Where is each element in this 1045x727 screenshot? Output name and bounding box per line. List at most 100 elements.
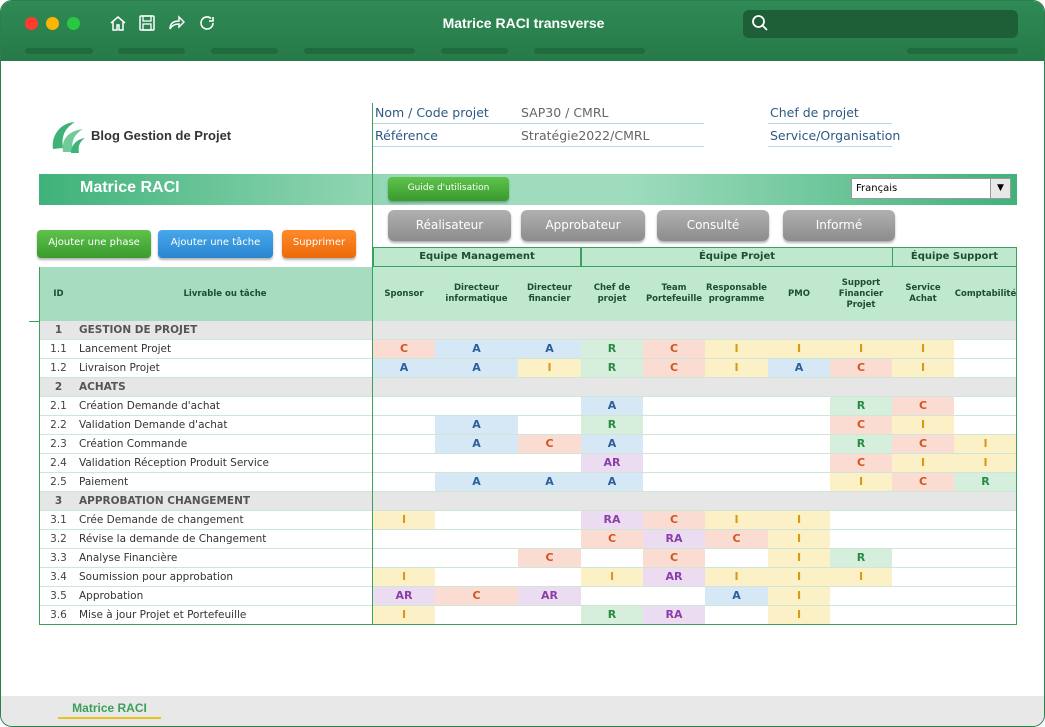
phase-row[interactable]: 1 GESTION DE PROJET bbox=[39, 321, 1017, 340]
raci-cell[interactable]: A bbox=[518, 473, 581, 491]
raci-cell[interactable]: I bbox=[892, 340, 954, 358]
raci-cell[interactable]: C bbox=[643, 511, 705, 529]
raci-cell[interactable]: I bbox=[954, 435, 1017, 453]
raci-cell[interactable]: C bbox=[892, 473, 954, 491]
raci-cell[interactable]: C bbox=[518, 435, 581, 453]
filter-realisateur-button[interactable]: Réalisateur bbox=[388, 210, 511, 241]
raci-cell[interactable]: A bbox=[435, 340, 518, 358]
raci-cell[interactable]: R bbox=[581, 606, 643, 624]
raci-cell[interactable]: RA bbox=[581, 511, 643, 529]
raci-cell[interactable]: I bbox=[830, 473, 892, 491]
language-select[interactable]: Français ▼ bbox=[851, 178, 1011, 199]
raci-cell[interactable]: I bbox=[373, 568, 435, 586]
raci-cell[interactable]: I bbox=[830, 568, 892, 586]
phase-row[interactable]: 2 ACHATS bbox=[39, 378, 1017, 397]
reference-value[interactable]: Stratégie2022/CMRL bbox=[508, 126, 704, 147]
raci-cell[interactable]: A bbox=[435, 359, 518, 377]
task-row[interactable]: 2.5 Paiement A A A I C R bbox=[39, 473, 1017, 492]
raci-cell[interactable]: A bbox=[435, 473, 518, 491]
raci-cell[interactable]: AR bbox=[518, 587, 581, 605]
delete-button[interactable]: Supprimer bbox=[282, 230, 356, 258]
raci-cell[interactable]: I bbox=[768, 568, 830, 586]
task-row[interactable]: 3.3 Analyse Financière C C I R bbox=[39, 549, 1017, 568]
raci-cell[interactable]: I bbox=[830, 340, 892, 358]
raci-cell[interactable]: C bbox=[581, 530, 643, 548]
raci-cell[interactable]: A bbox=[373, 359, 435, 377]
filter-approbateur-button[interactable]: Approbateur bbox=[521, 210, 645, 241]
raci-cell[interactable]: I bbox=[768, 606, 830, 624]
task-row[interactable]: 3.6 Mise à jour Projet et Portefeuille I R R… bbox=[39, 606, 1017, 625]
raci-cell[interactable]: C bbox=[892, 435, 954, 453]
raci-cell[interactable]: I bbox=[705, 568, 768, 586]
raci-cell[interactable]: R bbox=[581, 359, 643, 377]
raci-cell[interactable]: C bbox=[435, 587, 518, 605]
raci-cell[interactable]: C bbox=[830, 359, 892, 377]
filter-consulte-button[interactable]: Consulté bbox=[657, 210, 769, 241]
phase-row[interactable]: 3 APPROBATION CHANGEMENT bbox=[39, 492, 1017, 511]
raci-cell[interactable]: A bbox=[768, 359, 830, 377]
raci-cell[interactable]: C bbox=[643, 340, 705, 358]
raci-cell[interactable]: A bbox=[581, 473, 643, 491]
raci-cell[interactable]: I bbox=[768, 549, 830, 567]
raci-cell[interactable]: I bbox=[768, 340, 830, 358]
raci-cell[interactable]: C bbox=[892, 397, 954, 415]
raci-cell[interactable]: A bbox=[435, 435, 518, 453]
role-column-header: Chef de projet bbox=[581, 267, 643, 321]
search-input[interactable] bbox=[743, 10, 1018, 38]
raci-cell[interactable]: C bbox=[830, 416, 892, 434]
raci-cell[interactable]: C bbox=[518, 549, 581, 567]
raci-cell[interactable]: AR bbox=[373, 587, 435, 605]
raci-cell[interactable]: RA bbox=[643, 606, 705, 624]
sheet-tab-raci[interactable]: Matrice RACI bbox=[58, 701, 161, 719]
raci-cell[interactable]: I bbox=[518, 359, 581, 377]
task-row[interactable]: 1.2 Livraison Projet A A I R C I A C I bbox=[39, 359, 1017, 378]
raci-cell[interactable]: A bbox=[518, 340, 581, 358]
raci-cell[interactable]: R bbox=[581, 340, 643, 358]
raci-cell[interactable]: I bbox=[705, 340, 768, 358]
raci-cell[interactable]: C bbox=[373, 340, 435, 358]
raci-cell[interactable]: A bbox=[581, 397, 643, 415]
filter-informe-button[interactable]: Informé bbox=[783, 210, 895, 241]
raci-cell[interactable]: R bbox=[830, 397, 892, 415]
guide-button[interactable]: Guide d'utilisation bbox=[388, 177, 509, 201]
raci-cell[interactable]: I bbox=[954, 454, 1017, 472]
raci-cell[interactable]: C bbox=[705, 530, 768, 548]
raci-cell[interactable]: I bbox=[581, 568, 643, 586]
task-row[interactable]: 3.1 Crée Demande de changement I RA C I I bbox=[39, 511, 1017, 530]
raci-cell[interactable]: AR bbox=[643, 568, 705, 586]
add-phase-button[interactable]: Ajouter une phase bbox=[37, 230, 151, 258]
raci-cell[interactable]: R bbox=[830, 549, 892, 567]
raci-cell[interactable]: I bbox=[892, 454, 954, 472]
raci-cell[interactable]: A bbox=[705, 587, 768, 605]
raci-cell[interactable]: I bbox=[373, 511, 435, 529]
raci-cell[interactable]: C bbox=[643, 549, 705, 567]
task-row[interactable]: 2.3 Création Commande A C A R C I bbox=[39, 435, 1017, 454]
raci-cell[interactable]: AR bbox=[581, 454, 643, 472]
task-row[interactable]: 2.4 Validation Réception Produit Service A… bbox=[39, 454, 1017, 473]
raci-cell[interactable]: R bbox=[954, 473, 1017, 491]
task-row[interactable]: 3.2 Révise la demande de Changement C RA C I bbox=[39, 530, 1017, 549]
task-row[interactable]: 3.4 Soumission pour approbation I I AR I I I bbox=[39, 568, 1017, 587]
add-task-button[interactable]: Ajouter une tâche bbox=[158, 230, 273, 258]
raci-cell[interactable]: I bbox=[768, 511, 830, 529]
raci-cell[interactable]: A bbox=[581, 435, 643, 453]
raci-cell[interactable]: I bbox=[892, 359, 954, 377]
raci-cell[interactable]: C bbox=[830, 454, 892, 472]
raci-cell[interactable]: RA bbox=[643, 530, 705, 548]
raci-cell[interactable]: I bbox=[705, 511, 768, 529]
task-row[interactable]: 3.5 Approbation AR C AR A I bbox=[39, 587, 1017, 606]
raci-cell[interactable]: I bbox=[705, 359, 768, 377]
task-row[interactable]: 2.2 Validation Demande d'achat A R C I bbox=[39, 416, 1017, 435]
raci-cell[interactable]: I bbox=[768, 587, 830, 605]
raci-cell[interactable]: I bbox=[373, 606, 435, 624]
raci-cell[interactable]: R bbox=[830, 435, 892, 453]
project-name-value[interactable]: SAP30 / CMRL bbox=[508, 103, 704, 124]
raci-cell[interactable]: C bbox=[643, 359, 705, 377]
raci-cell[interactable]: I bbox=[768, 530, 830, 548]
raci-cell[interactable]: I bbox=[892, 416, 954, 434]
chevron-down-icon[interactable]: ▼ bbox=[990, 179, 1010, 198]
raci-cell[interactable]: R bbox=[581, 416, 643, 434]
raci-cell[interactable]: A bbox=[435, 416, 518, 434]
task-row[interactable]: 1.1 Lancement Projet C A A R C I I I I bbox=[39, 340, 1017, 359]
task-row[interactable]: 2.1 Création Demande d'achat A R C bbox=[39, 397, 1017, 416]
